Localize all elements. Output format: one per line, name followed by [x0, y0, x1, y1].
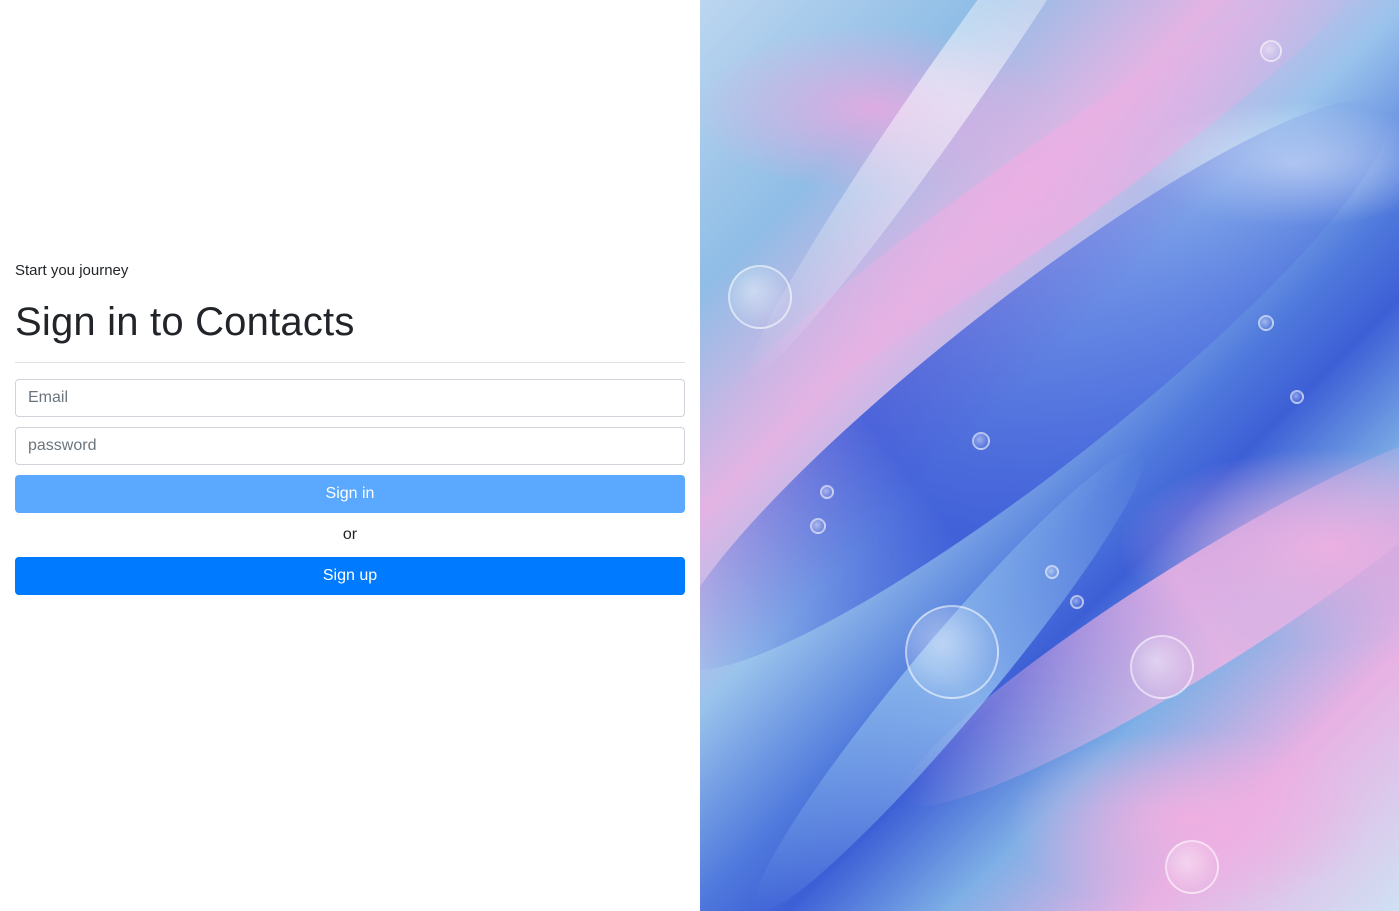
bubble [972, 432, 990, 450]
bubble [1258, 315, 1274, 331]
bubble [728, 265, 792, 329]
sign-up-button[interactable]: Sign up [15, 557, 685, 595]
or-separator: or [342, 526, 358, 543]
email-field[interactable] [15, 379, 685, 417]
bubble [820, 485, 834, 499]
subtitle: Start you journey [15, 262, 129, 279]
login-page: Start you journey Sign in to Contacts Si… [0, 0, 1399, 911]
bubble [905, 605, 999, 699]
bubble [1130, 635, 1194, 699]
bubble [1045, 565, 1059, 579]
bubble [1165, 840, 1219, 894]
bubble [1070, 595, 1084, 609]
background-image [700, 0, 1399, 911]
login-panel: Start you journey Sign in to Contacts Si… [0, 0, 700, 911]
password-field[interactable] [15, 427, 685, 465]
bubble [1290, 390, 1304, 404]
divider [15, 362, 685, 363]
signin-form: Start you journey Sign in to Contacts Si… [15, 260, 685, 595]
bubble [810, 518, 826, 534]
page-title: Sign in to Contacts [15, 300, 355, 344]
sign-in-button[interactable]: Sign in [15, 475, 685, 513]
bubble [1260, 40, 1282, 62]
